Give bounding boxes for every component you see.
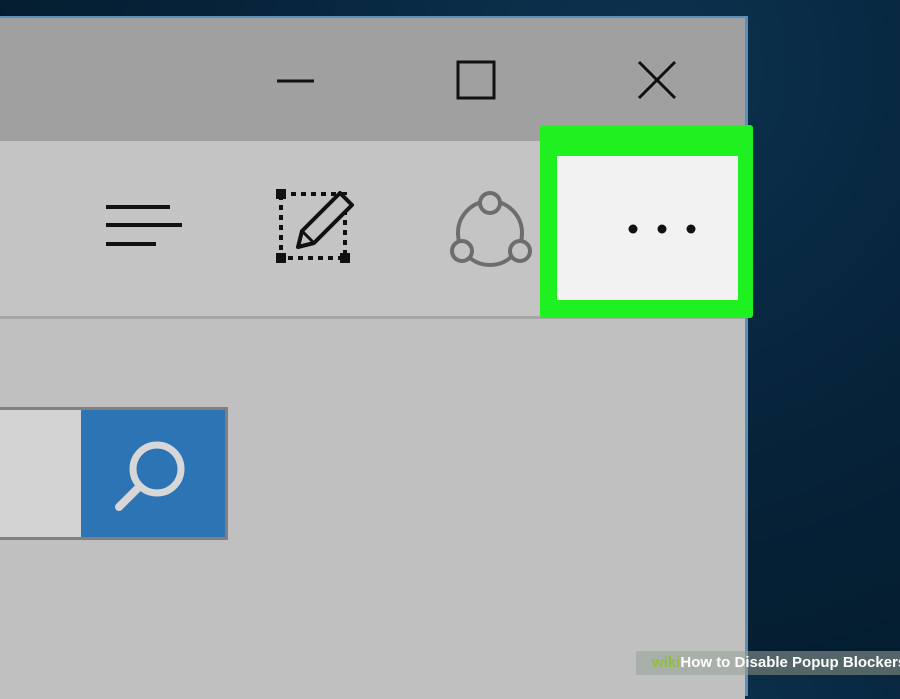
minimize-button[interactable] xyxy=(263,52,327,108)
minimize-icon xyxy=(277,79,314,83)
search-icon xyxy=(115,441,185,511)
share-icon xyxy=(450,191,532,267)
close-button[interactable] xyxy=(625,52,689,108)
search-input[interactable] xyxy=(0,410,79,537)
wikihow-watermark: wikiHow to Disable Popup Blockers xyxy=(636,651,900,675)
close-icon xyxy=(637,60,677,100)
maximize-icon xyxy=(456,60,496,100)
hub-button[interactable] xyxy=(100,201,186,257)
watermark-brand: wiki xyxy=(652,654,681,671)
desktop-background: wikiHow to Disable Popup Blockers xyxy=(0,0,900,699)
more-dots-icon xyxy=(628,224,696,234)
search-button[interactable] xyxy=(81,410,225,537)
page-content xyxy=(0,319,745,699)
web-note-pen-icon xyxy=(276,189,354,263)
browser-window xyxy=(0,16,748,699)
search-bar xyxy=(0,407,228,540)
web-note-button[interactable] xyxy=(272,185,356,269)
maximize-button[interactable] xyxy=(444,52,508,108)
share-button[interactable] xyxy=(446,191,534,277)
watermark-title: How to Disable Popup Blockers xyxy=(680,654,900,671)
title-bar xyxy=(0,18,745,141)
hub-lines-icon xyxy=(106,205,182,246)
more-options-button[interactable] xyxy=(557,156,738,300)
